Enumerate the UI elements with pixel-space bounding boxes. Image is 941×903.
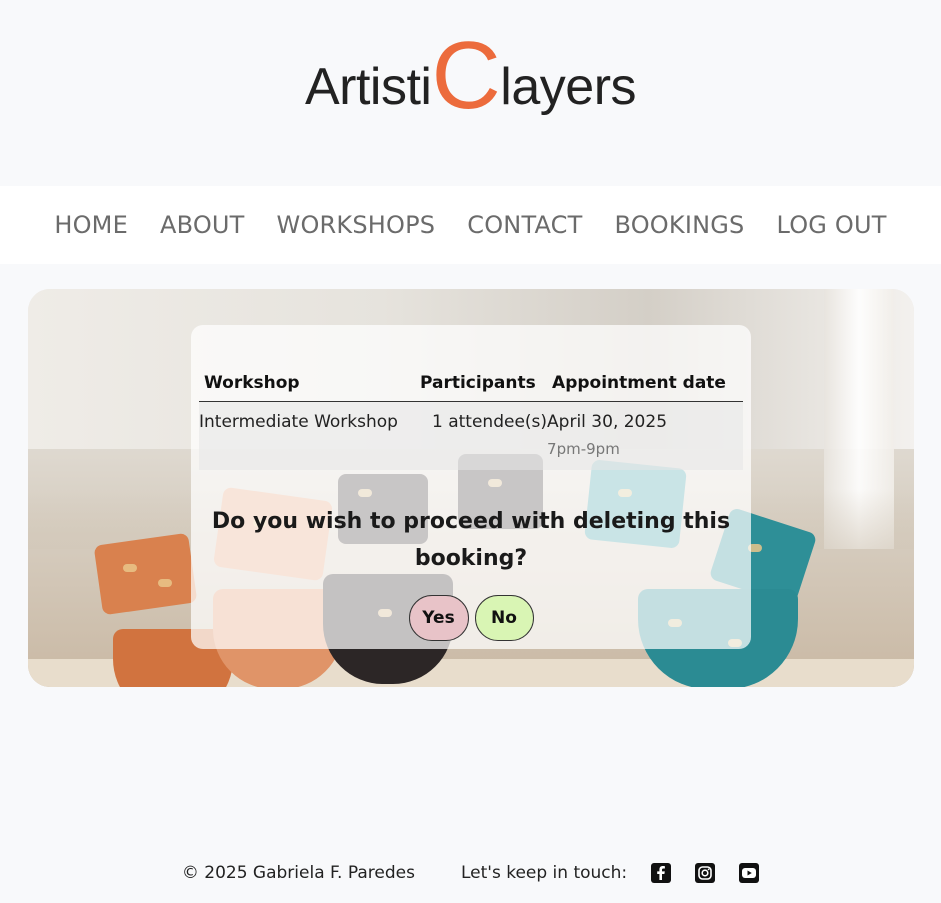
confirm-question: Do you wish to proceed with deleting thi… xyxy=(211,509,731,571)
no-button[interactable]: No xyxy=(474,595,534,641)
nav-home[interactable]: HOME xyxy=(54,211,128,239)
table-row: Intermediate Workshop 1 attendee(s) Apri… xyxy=(199,401,743,470)
nav-logout[interactable]: LOG OUT xyxy=(777,211,887,239)
nav-contact[interactable]: CONTACT xyxy=(467,211,582,239)
appointment-date: April 30, 2025 xyxy=(547,412,668,432)
youtube-icon[interactable] xyxy=(739,863,760,883)
column-header-participants: Participants xyxy=(415,369,548,402)
logo-text-part2: layers xyxy=(500,58,637,116)
table-header-row: Workshop Participants Appointment date xyxy=(199,369,743,402)
appointment-time: 7pm-9pm xyxy=(547,440,620,458)
site-footer: © 2025 Gabriela F. Paredes Let's keep in… xyxy=(0,858,941,888)
column-header-appointment-date: Appointment date xyxy=(547,369,743,402)
site-logo[interactable]: ArtistiClayers xyxy=(0,28,941,124)
social-links xyxy=(651,863,760,883)
logo-text-part1: Artisti xyxy=(304,58,432,116)
instagram-icon[interactable] xyxy=(695,863,716,883)
cell-appointment: April 30, 2025 7pm-9pm xyxy=(547,401,743,470)
facebook-icon[interactable] xyxy=(651,863,672,883)
nav-bookings[interactable]: BOOKINGS xyxy=(614,211,744,239)
nav-about[interactable]: ABOUT xyxy=(160,211,245,239)
logo-big-letter: C xyxy=(431,22,501,129)
keep-in-touch-label: Let's keep in touch: xyxy=(460,863,628,883)
delete-booking-dialog: Workshop Participants Appointment date I… xyxy=(191,325,751,649)
yes-button[interactable]: Yes xyxy=(408,595,469,641)
cell-participants: 1 attendee(s) xyxy=(415,401,548,470)
column-header-workshop: Workshop xyxy=(199,369,415,402)
cell-workshop: Intermediate Workshop xyxy=(199,401,415,470)
nav-workshops[interactable]: WORKSHOPS xyxy=(277,211,436,239)
copyright-text: © 2025 Gabriela F. Paredes xyxy=(181,863,415,883)
confirm-buttons: Yes No xyxy=(191,595,751,641)
main-nav: HOME ABOUT WORKSHOPS CONTACT BOOKINGS LO… xyxy=(0,186,941,264)
booking-table: Workshop Participants Appointment date I… xyxy=(199,369,743,470)
